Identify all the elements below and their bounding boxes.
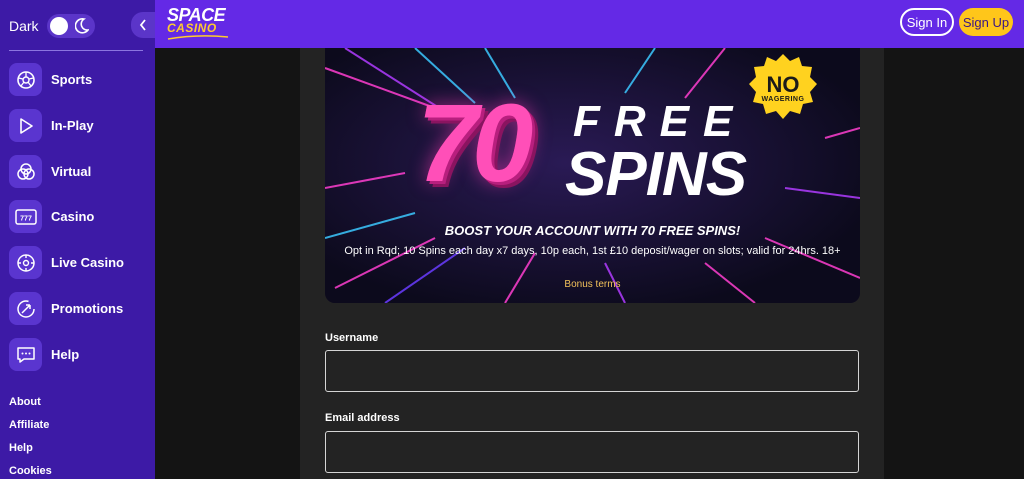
sign-in-button[interactable]: Sign In xyxy=(900,8,954,36)
sidebar-item-virtual[interactable]: Virtual xyxy=(9,155,91,188)
sidebar-item-casino[interactable]: 777 Casino xyxy=(9,200,94,233)
sports-ball-icon xyxy=(9,63,42,96)
sidebar-item-in-play[interactable]: In-Play xyxy=(9,109,94,142)
chevron-left-icon xyxy=(139,19,146,31)
roulette-icon xyxy=(9,246,42,279)
sidebar-item-help[interactable]: Help xyxy=(9,338,79,371)
sidebar-divider xyxy=(9,50,143,51)
chat-help-icon xyxy=(9,338,42,371)
sidebar-item-promotions[interactable]: Promotions xyxy=(9,292,123,325)
promo-number: 70 xyxy=(417,82,533,205)
promo-headline: BOOST YOUR ACCOUNT WITH 70 FREE SPINS! xyxy=(444,223,741,238)
toggle-knob xyxy=(49,17,68,35)
sidebar-item-label: Live Casino xyxy=(51,255,124,270)
sidebar-item-label: Sports xyxy=(51,72,93,87)
sidebar-item-label: Help xyxy=(51,347,80,362)
username-label: Username xyxy=(325,332,379,344)
promo-banner: 70 FREE SPINS NO WAGERING BOOST YOUR ACC… xyxy=(325,48,860,303)
top-bar xyxy=(155,0,1024,48)
sign-up-button[interactable]: Sign Up xyxy=(959,8,1013,36)
footer-link-about[interactable]: About xyxy=(9,396,41,408)
dark-mode-label: Dark xyxy=(9,18,39,34)
svg-text:777: 777 xyxy=(20,215,32,222)
sidebar-item-label: Promotions xyxy=(51,301,124,316)
sidebar-item-sports[interactable]: Sports xyxy=(9,63,92,96)
space-casino-logo[interactable]: SPACE CASINO xyxy=(167,6,229,40)
logo-swoosh xyxy=(167,35,229,40)
username-input[interactable] xyxy=(325,350,859,392)
footer-link-cookies[interactable]: Cookies xyxy=(9,465,52,477)
virtual-icon xyxy=(9,155,42,188)
dark-mode-toggle[interactable] xyxy=(46,14,95,38)
sidebar-item-label: In-Play xyxy=(51,118,94,133)
promo-terms: Opt in Rqd; 10 Spins each day x7 days, 1… xyxy=(344,245,841,257)
sidebar: Dark Sports In-Play Virtual 777 Casino L… xyxy=(0,0,155,479)
slot-777-icon: 777 xyxy=(9,200,42,233)
footer-link-help[interactable]: Help xyxy=(9,442,33,454)
sidebar-item-label: Virtual xyxy=(51,164,92,179)
sidebar-collapse-button[interactable] xyxy=(131,12,155,38)
sidebar-item-live-casino[interactable]: Live Casino xyxy=(9,246,124,279)
badge-wagering-text: WAGERING xyxy=(761,95,805,103)
theme-toggle-row: Dark xyxy=(9,14,95,38)
bonus-terms-link[interactable]: Bonus terms xyxy=(325,279,860,290)
promotion-icon xyxy=(9,292,42,325)
email-input[interactable] xyxy=(325,431,859,473)
moon-icon xyxy=(74,18,89,34)
no-wagering-badge: NO WAGERING xyxy=(747,52,819,124)
email-label: Email address xyxy=(325,412,400,424)
footer-link-affiliate[interactable]: Affiliate xyxy=(9,419,49,431)
promo-free-text: FREE xyxy=(573,97,747,146)
badge-no-text: NO xyxy=(766,71,800,97)
promo-spins-text: SPINS xyxy=(565,140,747,209)
play-icon xyxy=(9,109,42,142)
sidebar-item-label: Casino xyxy=(51,209,95,224)
